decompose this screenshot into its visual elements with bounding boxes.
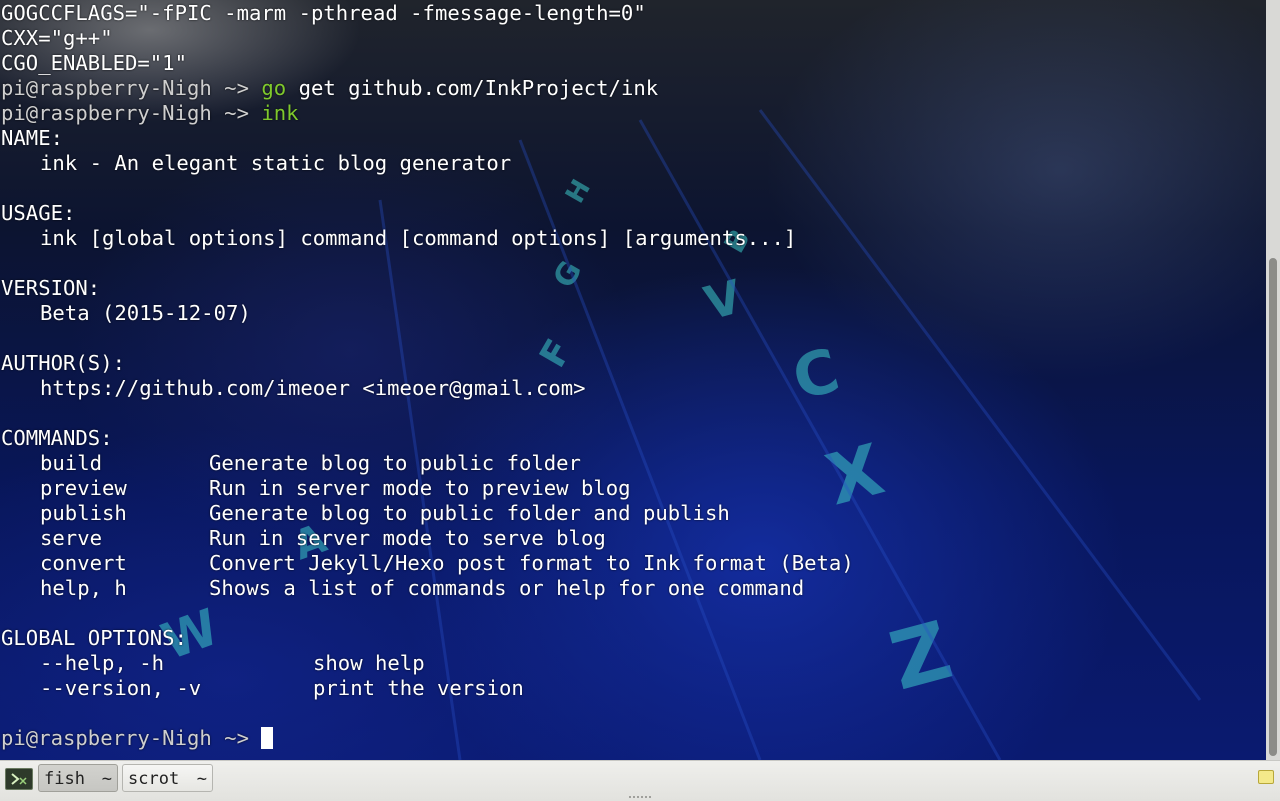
terminal-line: pi@raspberry-Nigh ~> ink [1,101,854,126]
task-button-fish[interactable]: fish ~ [38,764,118,792]
terminal-line: publish Generate blog to public folder an… [1,501,854,526]
terminal-line: CXX="g++" [1,26,854,51]
option-flag: --help, -h [40,651,164,675]
terminal-line: GLOBAL OPTIONS: [1,626,854,651]
terminal-line: pi@raspberry-Nigh ~> go get github.com/I… [1,76,854,101]
output-text: CXX="g++" [1,26,113,50]
terminal-line: help, h Shows a list of commands or help … [1,576,854,601]
option-flag: --version, -v [40,676,202,700]
command-name: preview [40,476,127,500]
output-text: ink [global options] command [command op… [40,226,797,250]
output-text: COMMANDS: [1,426,113,450]
shell-prompt: pi@raspberry-Nigh ~> [1,76,262,100]
output-text: USAGE: [1,201,76,225]
shell-command: go [261,76,287,100]
terminal-line: convert Convert Jekyll/Hexo post format t… [1,551,854,576]
terminal-line: build Generate blog to public folder [1,451,854,476]
task-button-scrot[interactable]: scrot ~ [122,764,213,792]
command-name: help, h [40,576,127,600]
output-text: GOGCCFLAGS="-fPIC -marm -pthread -fmessa… [1,1,646,25]
option-description: print the version [313,676,524,700]
terminal-line: NAME: [1,126,854,151]
shell-prompt: pi@raspberry-Nigh ~> [1,726,262,750]
terminal-line: Beta (2015-12-07) [1,301,854,326]
command-description: Generate blog to public folder [209,451,581,475]
shell-prompt: pi@raspberry-Nigh ~> [1,101,262,125]
terminal-line: CGO_ENABLED="1" [1,51,854,76]
terminal-menu-icon[interactable] [5,768,33,790]
command-args: get github.com/InkProject/ink [286,76,659,100]
terminal-line: --help, -h show help [1,651,854,676]
option-description: show help [313,651,425,675]
terminal-line: USAGE: [1,201,854,226]
text-cursor[interactable] [261,727,274,749]
task-suffix: ~ [196,769,207,789]
terminal-line: preview Run in server mode to preview blo… [1,476,854,501]
command-description: Convert Jekyll/Hexo post format to Ink f… [209,551,854,575]
command-description: Run in server mode to preview blog [209,476,631,500]
output-text: https://github.com/imeoer <imeoer@gmail.… [40,376,586,400]
terminal-line: GOGCCFLAGS="-fPIC -marm -pthread -fmessa… [1,1,854,26]
terminal-line: serve Run in server mode to serve blog [1,526,854,551]
command-description: Shows a list of commands or help for one… [209,576,805,600]
output-text: ink - An elegant static blog generator [40,151,512,175]
command-description: Generate blog to public folder and publi… [209,501,730,525]
terminal-line: ink [global options] command [command op… [1,226,854,251]
task-suffix: ~ [101,769,112,789]
scrollbar-thumb[interactable] [1269,258,1277,756]
shell-command: ink [261,101,299,125]
terminal-window[interactable]: C X Z V F G H B A W GOGCCFLAGS="-fPIC -m… [0,0,1266,760]
task-label: scrot [128,769,180,789]
command-description: Run in server mode to serve blog [209,526,606,550]
task-label: fish [44,769,85,789]
output-text: NAME: [1,126,63,150]
terminal-line: --version, -v print the version [1,676,854,701]
notification-icon[interactable] [1258,770,1274,784]
command-name: build [40,451,102,475]
output-text: Beta (2015-12-07) [40,301,251,325]
output-text: VERSION: [1,276,101,300]
command-name: serve [40,526,102,550]
scrollbar[interactable] [1266,0,1280,760]
output-text: GLOBAL OPTIONS: [1,626,187,650]
command-name: publish [40,501,127,525]
terminal-line: ink - An elegant static blog generator [1,151,854,176]
output-text: AUTHOR(S): [1,351,125,375]
terminal-line: VERSION: [1,276,854,301]
taskbar: fish ~ scrot ~ [0,760,1280,801]
terminal-line: https://github.com/imeoer <imeoer@gmail.… [1,376,854,401]
terminal-output: GOGCCFLAGS="-fPIC -marm -pthread -fmessa… [1,1,854,751]
terminal-line: AUTHOR(S): [1,351,854,376]
terminal-line: pi@raspberry-Nigh ~> [1,726,854,751]
output-text: CGO_ENABLED="1" [1,51,187,75]
terminal-line: COMMANDS: [1,426,854,451]
command-name: convert [40,551,127,575]
panel-grip[interactable] [628,795,652,799]
